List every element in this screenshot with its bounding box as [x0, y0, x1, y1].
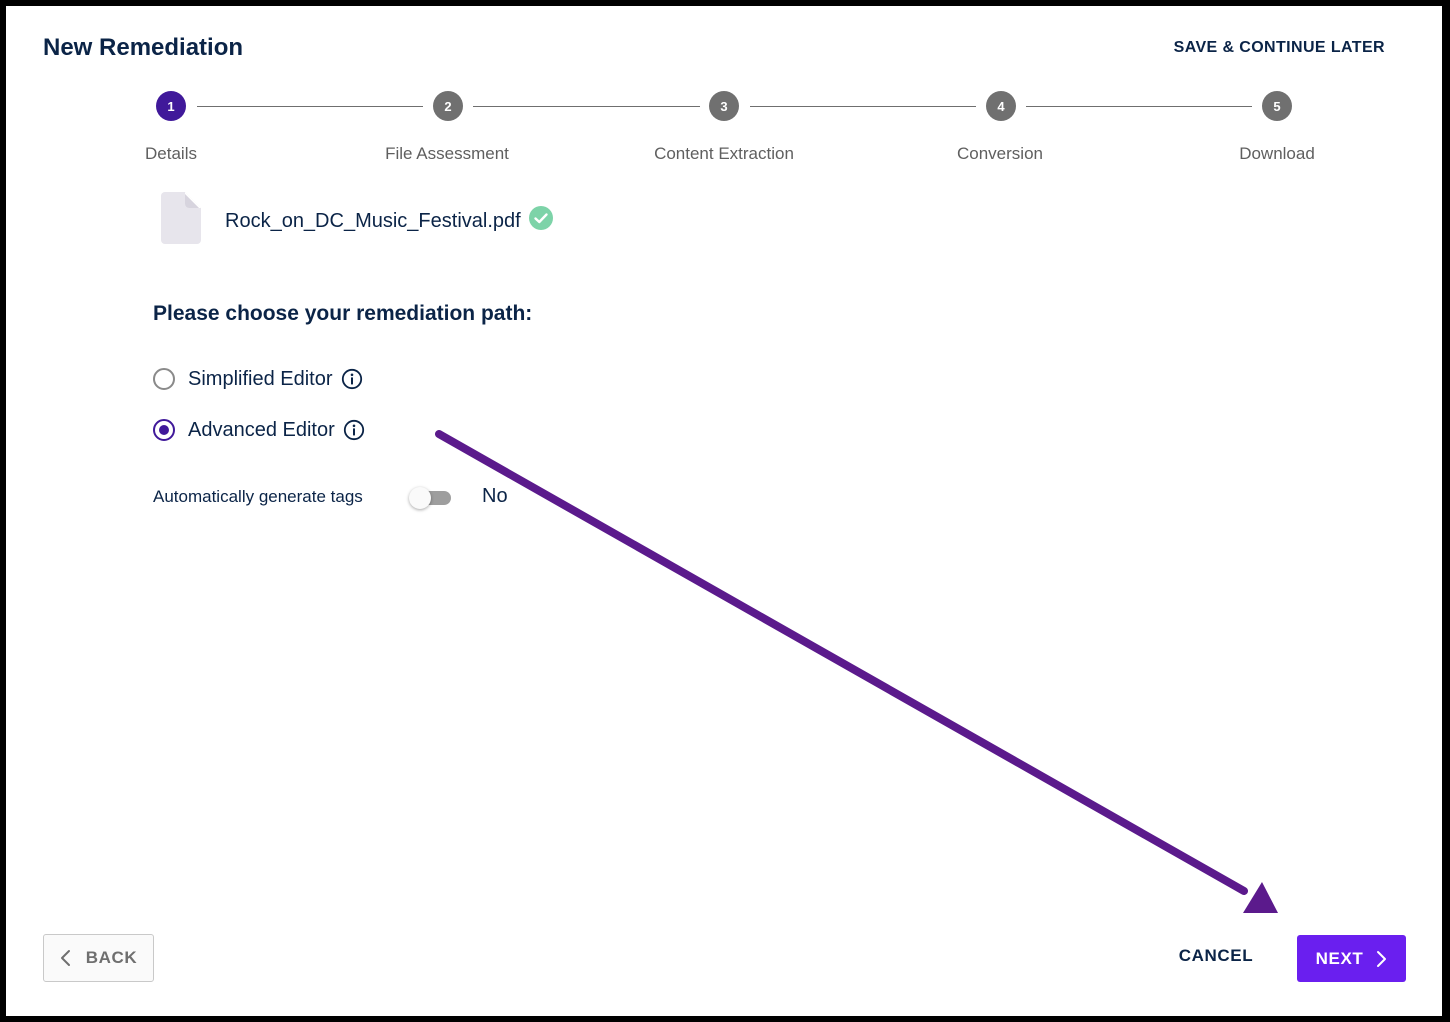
- advanced-editor-radio[interactable]: [153, 419, 175, 441]
- step-5-indicator: 5: [1262, 91, 1292, 121]
- step-3-label: Content Extraction: [654, 144, 794, 163]
- step-5-label: Download: [1239, 144, 1315, 163]
- step-4-label: Conversion: [957, 144, 1043, 163]
- toggle-knob: [409, 487, 431, 509]
- step-4-indicator: 4: [986, 91, 1016, 121]
- chevron-right-icon: [1375, 950, 1387, 968]
- progress-stepper: 1 2 3 4 5 Details File Assessment Conten…: [6, 6, 1442, 186]
- check-circle-icon: [528, 205, 554, 236]
- next-button[interactable]: NEXT: [1297, 935, 1406, 982]
- step-1-label: Details: [145, 144, 197, 163]
- back-button[interactable]: BACK: [43, 934, 154, 982]
- advanced-editor-option[interactable]: Advanced Editor: [153, 416, 365, 444]
- simplified-editor-label: Simplified Editor: [188, 367, 333, 390]
- step-3-indicator: 3: [709, 91, 739, 121]
- file-icon: [161, 192, 203, 249]
- file-name: Rock_on_DC_Music_Festival.pdf: [225, 210, 521, 232]
- step-connector: [197, 106, 423, 107]
- step-1-indicator: 1: [156, 91, 186, 121]
- auto-generate-tags-label: Automatically generate tags: [153, 487, 363, 506]
- back-button-label: BACK: [85, 948, 138, 967]
- step-connector: [1026, 106, 1252, 107]
- simplified-editor-option[interactable]: Simplified Editor: [153, 365, 363, 393]
- step-2-label: File Assessment: [385, 144, 509, 163]
- info-icon[interactable]: [343, 419, 365, 441]
- auto-generate-tags-toggle[interactable]: [409, 487, 453, 509]
- remediation-dialog: New Remediation SAVE & CONTINUE LATER 1 …: [6, 6, 1442, 1016]
- next-button-label: NEXT: [1315, 948, 1364, 968]
- step-2-indicator: 2: [433, 91, 463, 121]
- simplified-editor-radio[interactable]: [153, 368, 175, 390]
- advanced-editor-label: Advanced Editor: [188, 418, 335, 441]
- auto-generate-tags-value: No: [482, 485, 508, 507]
- auto-generate-tags-row: Automatically generate tags No: [153, 485, 573, 509]
- info-icon[interactable]: [341, 368, 363, 390]
- chevron-left-icon: [60, 949, 72, 967]
- step-connector: [473, 106, 700, 107]
- remediation-path-heading: Please choose your remediation path:: [153, 302, 533, 325]
- step-connector: [750, 106, 976, 107]
- cancel-button[interactable]: CANCEL: [1166, 946, 1266, 966]
- uploaded-file: Rock_on_DC_Music_Festival.pdf: [161, 192, 581, 246]
